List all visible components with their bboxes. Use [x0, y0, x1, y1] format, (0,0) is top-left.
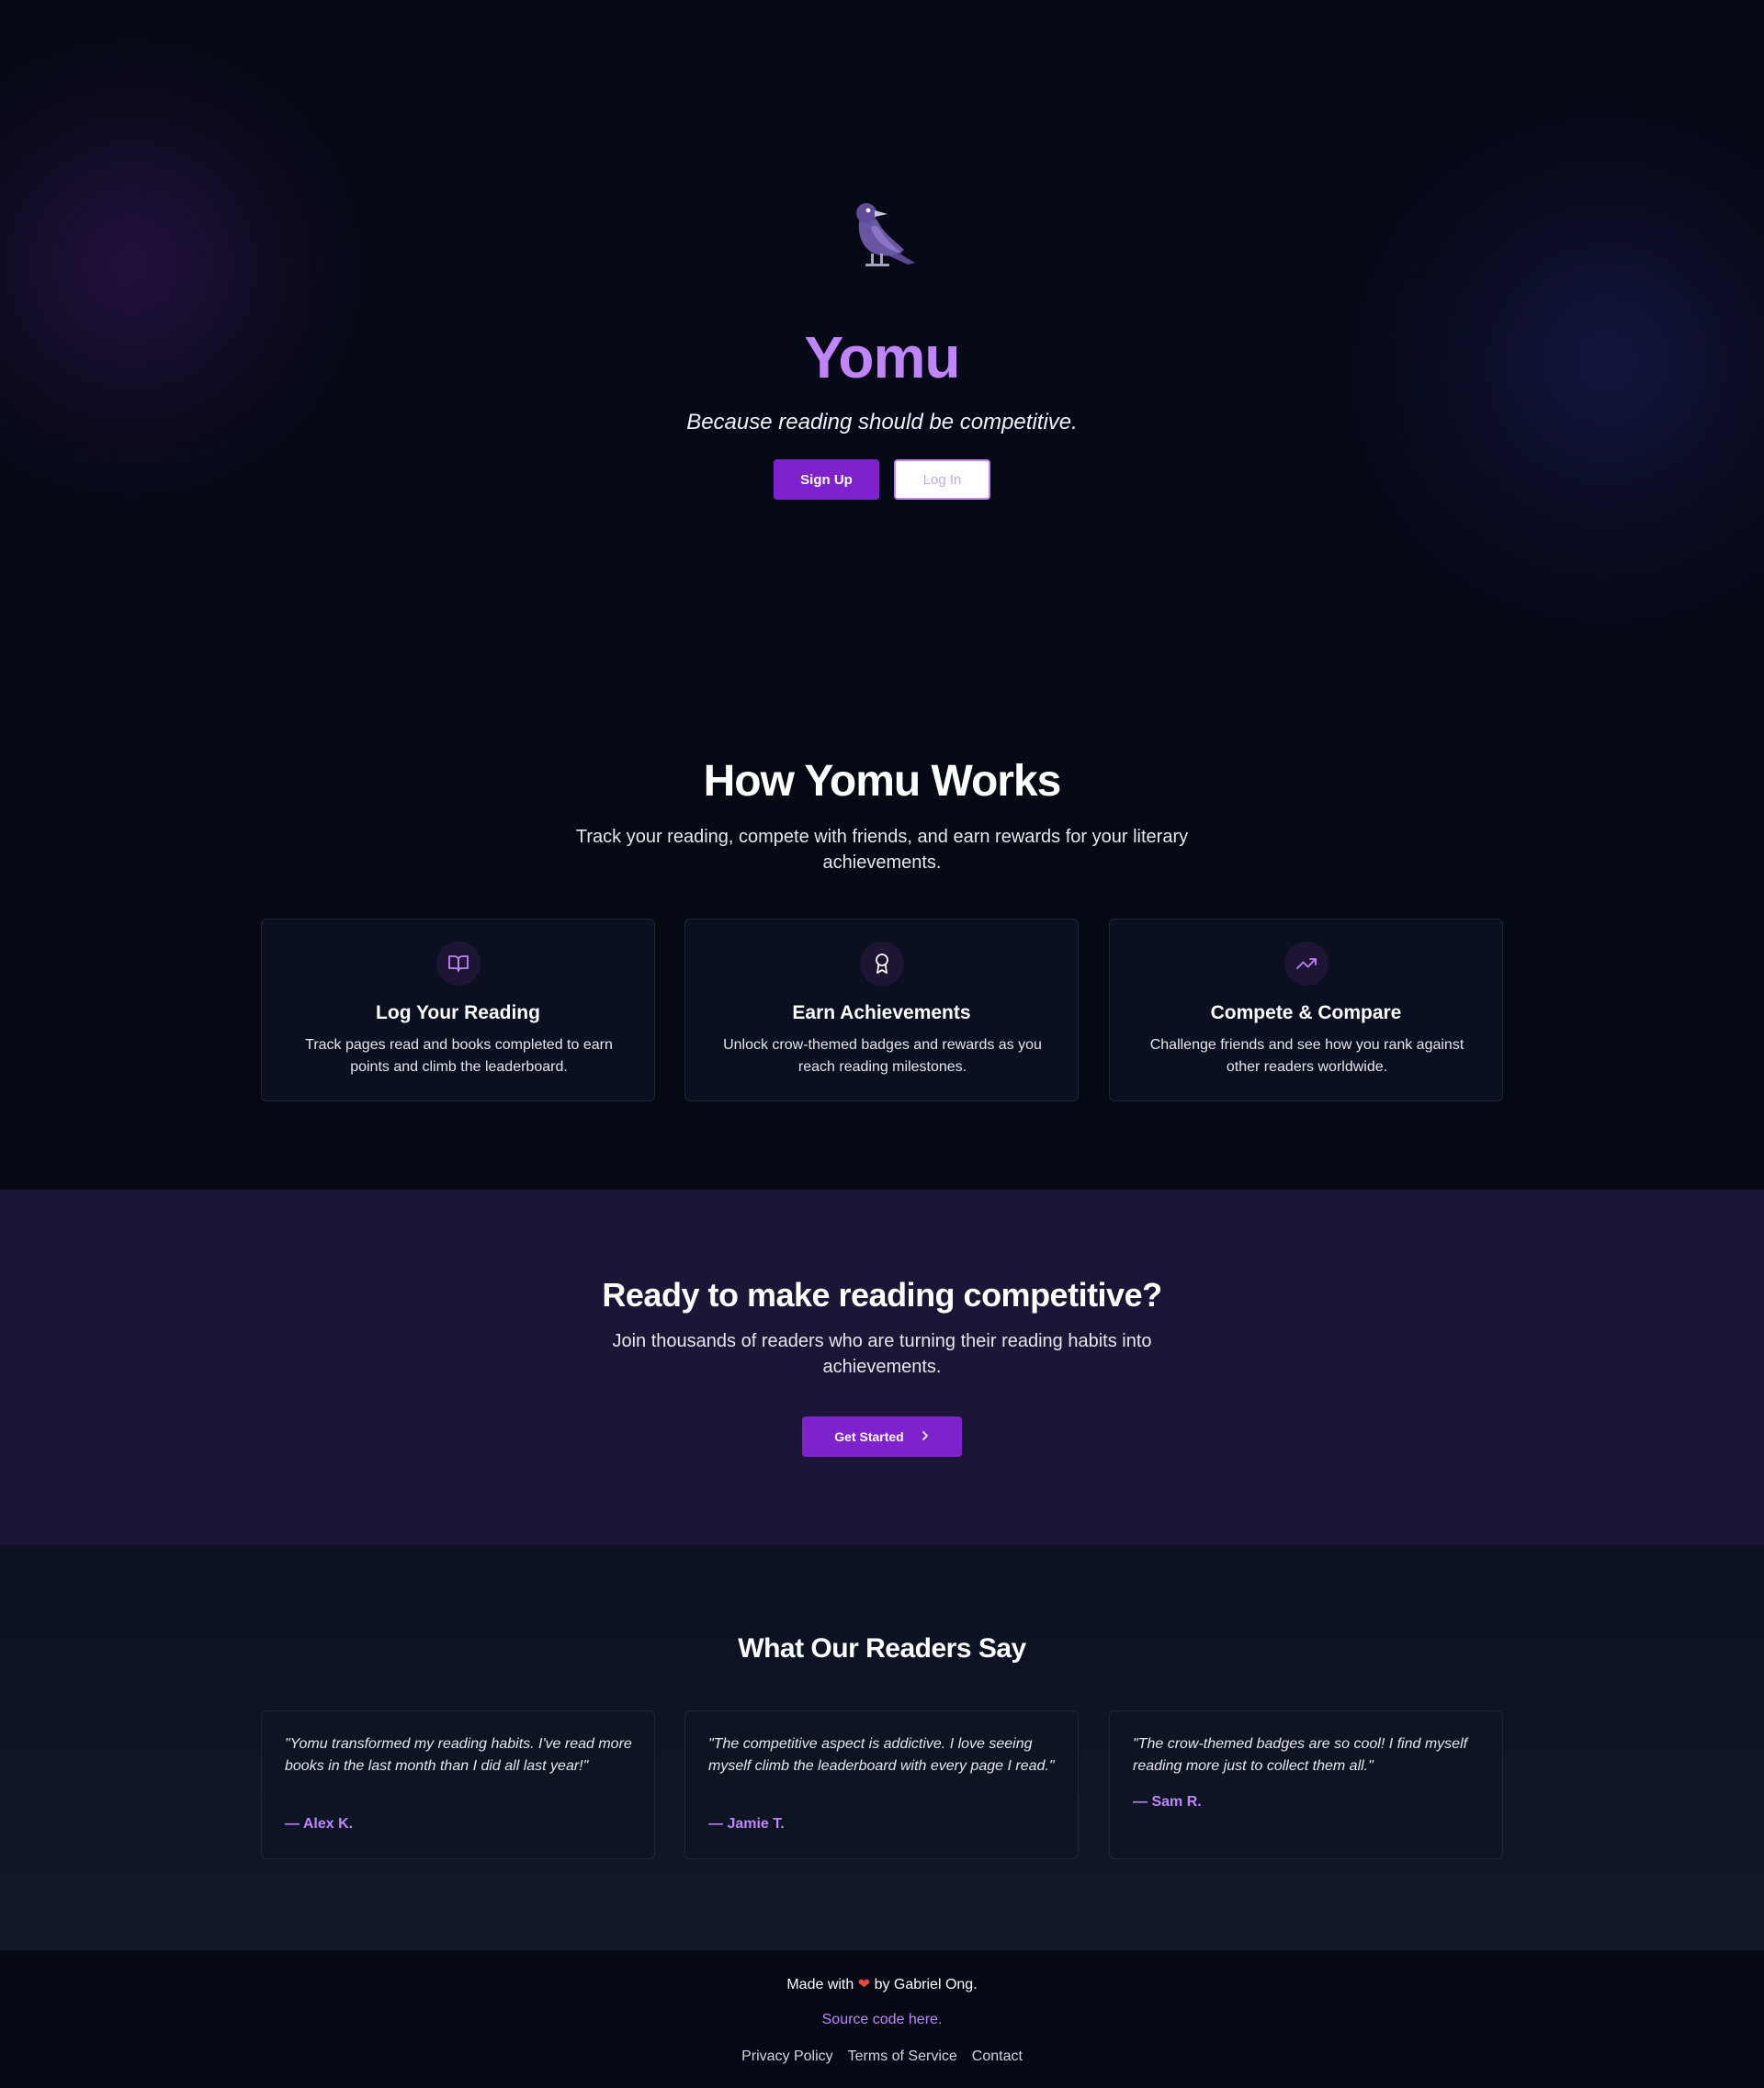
feature-title: Compete & Compare: [1210, 1002, 1402, 1023]
testimonials-title: What Our Readers Say: [738, 1633, 1026, 1664]
feature-description: Track pages read and books completed to …: [305, 1037, 613, 1075]
cta-section: Ready to make reading competitive? Join …: [0, 1190, 1764, 1545]
footer-links: Privacy Policy Terms of Service Contact: [0, 2048, 1764, 2065]
testimonial-author: — Sam R.: [1133, 1794, 1202, 1810]
testimonial-card: "Yomu transformed my reading habits. I'v…: [261, 1710, 655, 1859]
cta-title: Ready to make reading competitive?: [602, 1276, 1162, 1314]
cta-subtitle: Join thousands of readers who are turnin…: [612, 1331, 1152, 1377]
testimonial-card: "The competitive aspect is addictive. I …: [684, 1710, 1079, 1859]
privacy-policy-link[interactable]: Privacy Policy: [741, 2048, 833, 2065]
testimonial-quote: "The competitive aspect is addictive. I …: [708, 1736, 1055, 1774]
book-open-icon: [436, 942, 481, 986]
feature-card-achievements: Earn Achievements Unlock crow-themed bad…: [684, 919, 1079, 1101]
footer: Made with ❤ by Gabriel Ong. Source code …: [0, 1949, 1764, 2088]
brand-title: Yomu: [804, 324, 960, 390]
sign-up-button[interactable]: Sign Up: [774, 459, 879, 500]
source-code-link[interactable]: Source code here.: [0, 2012, 1764, 2028]
testimonial-quote: "Yomu transformed my reading habits. I'v…: [285, 1736, 632, 1774]
feature-title: Log Your Reading: [376, 1002, 540, 1023]
testimonial-card: "The crow-themed badges are so cool! I f…: [1109, 1710, 1503, 1859]
how-it-works-section: How Yomu Works Track your reading, compe…: [0, 675, 1764, 1190]
terms-of-service-link[interactable]: Terms of Service: [848, 2048, 957, 2065]
feature-title: Earn Achievements: [792, 1002, 971, 1023]
chevron-right-icon: [921, 1429, 930, 1444]
testimonial-author: — Alex K.: [285, 1816, 354, 1832]
get-started-label: Get Started: [834, 1429, 904, 1444]
section-title: How Yomu Works: [703, 757, 1062, 806]
heart-icon: ❤: [857, 1977, 871, 1992]
made-suffix: by Gabriel Ong.: [874, 1977, 978, 1992]
get-started-button[interactable]: Get Started: [802, 1416, 962, 1457]
feature-card-compete: Compete & Compare Challenge friends and …: [1109, 919, 1503, 1101]
section-subtitle: Track your reading, compete with friends…: [575, 827, 1189, 873]
testimonials-section: What Our Readers Say "Yomu transformed m…: [0, 1545, 1764, 1949]
crow-logo-icon: [856, 203, 915, 266]
contact-link[interactable]: Contact: [972, 2048, 1023, 2065]
hero-section: Yomu Because reading should be competiti…: [0, 0, 1764, 675]
testimonial-quote: "The crow-themed badges are so cool! I f…: [1133, 1736, 1468, 1774]
log-in-button[interactable]: Log In: [894, 459, 990, 500]
tagline: Because reading should be competitive.: [686, 410, 1078, 435]
feature-description: Challenge friends and see how you rank a…: [1149, 1037, 1464, 1075]
award-icon: [860, 942, 904, 986]
trending-up-icon: [1284, 942, 1329, 986]
made-prefix: Made with: [786, 1977, 854, 1992]
testimonial-author: — Jamie T.: [708, 1816, 785, 1832]
feature-card-log-reading: Log Your Reading Track pages read and bo…: [261, 919, 655, 1101]
feature-description: Unlock crow-themed badges and rewards as…: [723, 1037, 1042, 1075]
made-with-credit: Made with ❤ by Gabriel Ong.: [0, 1975, 1764, 1993]
